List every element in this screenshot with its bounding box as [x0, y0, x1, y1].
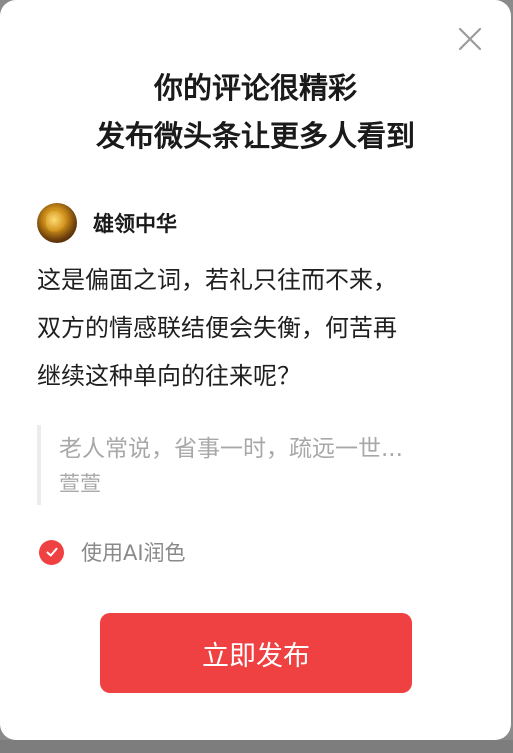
comment-text: 这是偏面之词，若礼只往而不来， 双方的情感联结便会失衡，何苦再 继续这种单向的往…	[37, 256, 477, 400]
close-icon[interactable]	[457, 26, 483, 52]
title-line-2: 发布微头条让更多人看到	[95, 119, 415, 153]
comment-line-3: 继续这种单向的往来呢？	[37, 362, 301, 390]
ai-polish-option[interactable]: 使用AI润色	[39, 538, 186, 566]
footer-strip	[0, 740, 513, 753]
avatar	[37, 203, 77, 243]
quoted-post: 老人常说，省事一时，疏远一世... 萱萱	[37, 425, 477, 505]
comment-line-1: 这是偏面之词，若礼只往而不来，	[37, 266, 397, 294]
quote-author: 萱萱	[59, 472, 101, 496]
quote-text: 老人常说，省事一时，疏远一世...	[59, 436, 403, 462]
comment-line-2: 双方的情感联结便会失衡，何苦再	[37, 314, 397, 342]
dialog-title: 你的评论很精彩 发布微头条让更多人看到	[0, 64, 511, 160]
author-name: 雄领中华	[93, 212, 177, 236]
author-row: 雄领中华	[37, 202, 177, 244]
checkmark-icon[interactable]	[39, 539, 64, 565]
publish-dialog: 你的评论很精彩 发布微头条让更多人看到 雄领中华 这是偏面之词，若礼只往而不来，…	[0, 0, 511, 740]
title-line-1: 你的评论很精彩	[153, 71, 357, 105]
publish-button[interactable]: 立即发布	[100, 613, 412, 693]
ai-polish-label: 使用AI润色	[81, 541, 186, 565]
